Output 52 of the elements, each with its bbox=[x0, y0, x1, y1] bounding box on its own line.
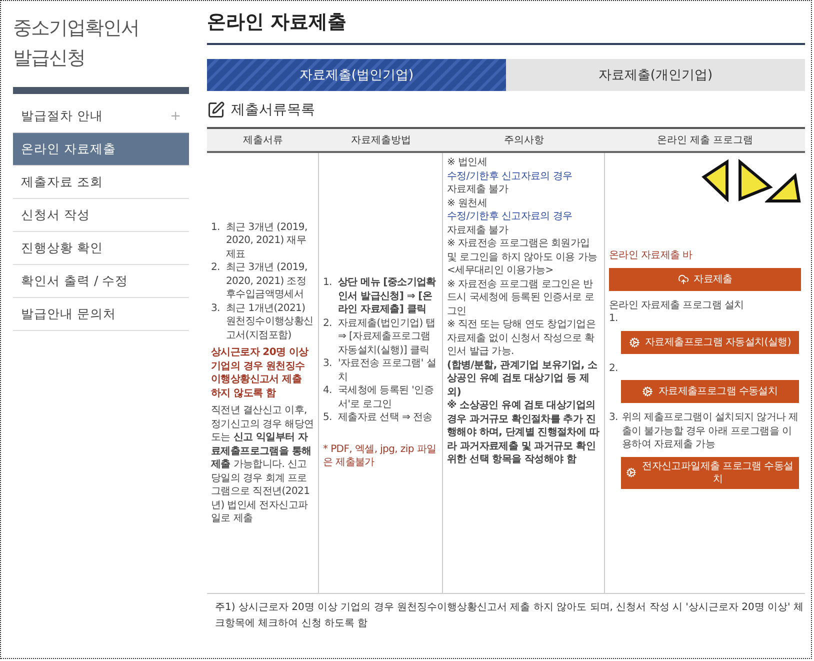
note-text: 직전년 결산신고 이후, 정기신고의 경우 해당연도는 신고 익일부터 자료제출프로그램을 통해 제출 가능합니다. 신고 당일의 경우 회계 프로그램으로 직전년(2021년) 법인세 전자신고파일로 제출 bbox=[211, 404, 314, 526]
caution-text: ※ 법인세 bbox=[447, 156, 488, 170]
column-header: 주의사항 bbox=[443, 129, 605, 153]
submit-button[interactable]: 자료제출 bbox=[609, 268, 801, 291]
install-button[interactable]: 전자신고파일제출 프로그램 수동설치 bbox=[621, 456, 799, 489]
caution-text: ※ 직전 또는 당해 연도 창업기업은 자료제출 없이 신청서 작성으로 확인서 발급 가능. bbox=[447, 318, 597, 358]
caution-text: 수정/기한후 신고자료의 경우 bbox=[447, 170, 574, 183]
install-button[interactable]: 자료제출프로그램 자동설치(실행) bbox=[621, 330, 799, 354]
caution-text: ※ 자료전송 프로그램 로그인은 반드시 국세청에 등록된 인증서로 로그인 bbox=[447, 278, 596, 318]
caution-text: 자료제출 불가 bbox=[447, 224, 510, 237]
warning-text: 상시근로자 20명 이상 기업의 경우 원천징수이행상황신고서 제출 하지 않도록 함 bbox=[211, 346, 310, 400]
method-step: 1. 상단 메뉴 [중소기업확인서 발급신청] ⇒ [온라인 자료제출] 클릭 bbox=[323, 276, 438, 317]
install-title: 온라인 자료제출 프로그램 설치 bbox=[609, 298, 745, 312]
caution-text: ※ 자료전송 프로그램은 회원가입 및 로그인을 하지 않아도 이용 가능 <세무대리인 이용가능> bbox=[447, 237, 598, 278]
sidebar-item[interactable]: 온라인 자료제출 bbox=[13, 133, 189, 166]
caution-text: ※ 소상공인 유예 검토 대상기업의 경우 과거규모 확인절차를 추가 진행해야 하며, 단계별 진행절차에 따라 과거자료제출 및 과거규모 확인 위한 선택 항목을 작성해야 함 bbox=[447, 399, 600, 466]
step-text: 위의 제출프로그램이 설치되지 않거나 제출이 불가능할 경우 아래 프로그램을 이용하여 자료제출 가능 bbox=[622, 411, 800, 452]
column-header: 제출서류 bbox=[207, 129, 319, 153]
pointer-triangle-icon bbox=[737, 159, 773, 202]
gear-icon bbox=[642, 386, 654, 398]
method-step: 5. 제출자료 선택 ⇒ 전송 bbox=[323, 411, 438, 425]
edit-icon bbox=[207, 101, 225, 119]
column-header: 자료제출방법 bbox=[319, 129, 443, 153]
sidebar-title: 중소기업확인서 bbox=[13, 16, 140, 41]
pointer-triangle-icon bbox=[701, 159, 730, 202]
document-item: 1. 최근 3개년 (2019, 2020, 2021) 재무제표 bbox=[211, 220, 308, 261]
page-title: 온라인 자료제출 bbox=[207, 9, 805, 45]
tab[interactable]: 자료제출(법인기업) bbox=[207, 59, 506, 91]
section-title: 제출서류목록 bbox=[231, 101, 315, 119]
install-button[interactable]: 자료제출프로그램 수동설치 bbox=[621, 380, 799, 404]
caution-text: ※ 원천세 bbox=[447, 196, 488, 210]
pointer-triangle-icon bbox=[765, 173, 802, 204]
step-number: 3. bbox=[609, 411, 618, 426]
cloud-upload-icon bbox=[678, 274, 689, 285]
gear-icon bbox=[626, 467, 636, 478]
document-item: 3. 최근 1개년(2021) 원천징수이행상황신고서(지점포함) bbox=[211, 302, 314, 342]
method-step: 3. '자료전송 프로그램' 설치 bbox=[323, 357, 438, 384]
document-item: 2. 최근 3개년 (2019, 2020, 2021) 조정후수입금액명세서 bbox=[211, 261, 308, 302]
step-number: 1. bbox=[609, 312, 618, 326]
sidebar-title: 발급신청 bbox=[13, 46, 86, 71]
step-number: 2. bbox=[609, 362, 618, 376]
gear-icon bbox=[629, 336, 640, 348]
method-step: 4. 국세청에 등록된 '인증서'로 로그인 bbox=[323, 384, 438, 412]
caution-text: 수정/기한후 신고자료의 경우 bbox=[447, 210, 574, 224]
caution-text: (합병/분할, 관계기업 보유기업, 소상공인 유예 검토 대상기업 등 제외) bbox=[447, 358, 598, 399]
submit-link[interactable]: 온라인 자료제출 바 bbox=[609, 249, 801, 263]
file-note: * PDF, 엑셀, jpg, zip 파일은 제출불가 bbox=[323, 442, 438, 470]
tab[interactable]: 자료제출(개인기업) bbox=[506, 59, 805, 91]
method-step: 2. 자료제출(법인기업) 탭 ⇒ [자료제출프로그램 자동설치(실행)] 클릭 bbox=[323, 316, 438, 358]
footnote: 주1) 상시근로자 20명 이상 기업의 경우 원천징수이행상황신고서 제출 하지 않아도 되며, 신청서 작성 시 '상시근로자 20명 이상' 체크항목에 체크하여 신청 하도록 함 bbox=[214, 601, 804, 631]
column-header: 온라인 제출 프로그램 bbox=[605, 129, 805, 153]
caution-text: 자료제출 불가 bbox=[447, 183, 510, 196]
